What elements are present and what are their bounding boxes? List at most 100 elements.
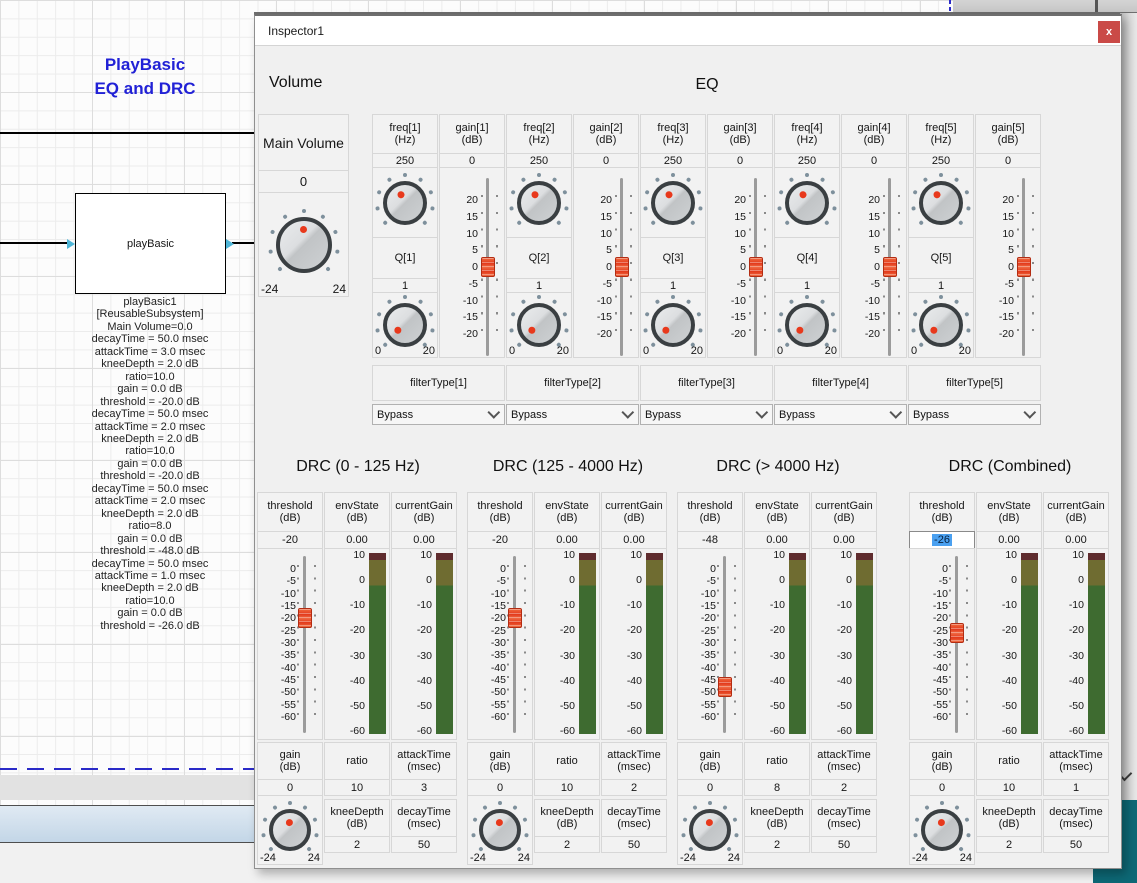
gain-slider[interactable]: 20151050-5-10-15-20 [707, 167, 773, 358]
gain-slider[interactable]: 20151050-5-10-15-20 [439, 167, 505, 358]
threshold-value[interactable]: -20 [467, 531, 533, 549]
gain-value[interactable]: 0 [439, 153, 505, 168]
threshold-slider[interactable]: 0-5-10-15-20-25-30-35-40-45-50-55-60 [909, 548, 975, 740]
drc-group-4: DRC (Combined) threshold(dB) -26 0-5-10-… [909, 458, 1111, 865]
q-knob[interactable]: 0 20 [506, 292, 572, 358]
gain-slider[interactable]: 20151050-5-10-15-20 [573, 167, 639, 358]
decaytime-label: decayTime(msec) [601, 799, 667, 837]
filtertype-value: Bypass [377, 409, 413, 421]
gain-knob[interactable]: -24 24 [677, 795, 743, 865]
gain-value[interactable]: 0 [467, 779, 533, 796]
ratio-value[interactable]: 10 [534, 779, 600, 796]
freq-value[interactable]: 250 [774, 153, 840, 168]
q-knob[interactable]: 0 20 [908, 292, 974, 358]
freq-value[interactable]: 250 [640, 153, 706, 168]
gain-value[interactable]: 0 [257, 779, 323, 796]
selected-text: -26 [932, 534, 952, 546]
gain-slider-handle[interactable] [615, 257, 629, 277]
filtertype-select[interactable]: Bypass [506, 404, 639, 425]
kneedepth-value[interactable]: 2 [534, 836, 600, 853]
decaytime-value[interactable]: 50 [601, 836, 667, 853]
threshold-value[interactable]: -20 [257, 531, 323, 549]
filtertype-label: filterType[4] [774, 365, 907, 401]
kneedepth-value[interactable]: 2 [744, 836, 810, 853]
gain-knob[interactable]: -24 24 [909, 795, 975, 865]
gain-value[interactable]: 0 [677, 779, 743, 796]
gain-slider-handle[interactable] [883, 257, 897, 277]
freq-value[interactable]: 250 [372, 153, 438, 168]
threshold-header: threshold(dB) [257, 492, 323, 532]
gain-knob[interactable]: -24 24 [467, 795, 533, 865]
threshold-value[interactable]: -48 [677, 531, 743, 549]
gain-knob[interactable]: -24 24 [257, 795, 323, 865]
gain-header: gain(dB) [677, 742, 743, 780]
ratio-value[interactable]: 10 [324, 779, 390, 796]
knob-max-label: 20 [423, 345, 435, 357]
main-volume-value[interactable]: 0 [258, 170, 349, 193]
q-value[interactable]: 1 [908, 278, 974, 293]
threshold-slider[interactable]: 0-5-10-15-20-25-30-35-40-45-50-55-60 [257, 548, 323, 740]
threshold-slider-handle[interactable] [718, 677, 732, 697]
gain-slider[interactable]: 20151050-5-10-15-20 [975, 167, 1041, 358]
freq-knob[interactable] [908, 167, 974, 238]
gain-value[interactable]: 0 [841, 153, 907, 168]
knob-face [276, 217, 332, 273]
kneedepth-value[interactable]: 2 [976, 836, 1042, 853]
freq-value[interactable]: 250 [908, 153, 974, 168]
gain-slider-handle[interactable] [481, 257, 495, 277]
volume-knob-control[interactable] [276, 217, 332, 273]
gain-header: gain[5] (dB) [975, 114, 1041, 154]
threshold-slider[interactable]: 0-5-10-15-20-25-30-35-40-45-50-55-60 [467, 548, 533, 740]
attacktime-value[interactable]: 2 [601, 779, 667, 796]
currentgain-value: 0.00 [601, 531, 667, 549]
gain-slider[interactable]: 20151050-5-10-15-20 [841, 167, 907, 358]
gain-value[interactable]: 0 [707, 153, 773, 168]
threshold-slider-handle[interactable] [298, 608, 312, 628]
decaytime-value[interactable]: 50 [391, 836, 457, 853]
close-button[interactable]: x [1098, 21, 1120, 43]
attacktime-value[interactable]: 1 [1043, 779, 1109, 796]
knob-indicator-dot [300, 226, 307, 233]
gain-slider-handle[interactable] [1017, 257, 1031, 277]
filtertype-select[interactable]: Bypass [908, 404, 1041, 425]
filtertype-select[interactable]: Bypass [372, 404, 505, 425]
playbasic-block[interactable]: playBasic [75, 193, 226, 294]
kneedepth-value[interactable]: 2 [324, 836, 390, 853]
filtertype-select[interactable]: Bypass [774, 404, 907, 425]
gain-value[interactable]: 0 [573, 153, 639, 168]
gain-slider-handle[interactable] [749, 257, 763, 277]
freq-knob[interactable] [640, 167, 706, 238]
q-value[interactable]: 1 [640, 278, 706, 293]
threshold-slider-handle[interactable] [508, 608, 522, 628]
freq-knob[interactable] [372, 167, 438, 238]
freq-knob[interactable] [774, 167, 840, 238]
q-value[interactable]: 1 [372, 278, 438, 293]
freq-knob[interactable] [506, 167, 572, 238]
freq-value[interactable]: 250 [506, 153, 572, 168]
q-knob[interactable]: 0 20 [372, 292, 438, 358]
q-value[interactable]: 1 [774, 278, 840, 293]
main-volume-knob[interactable]: -24 24 [258, 192, 349, 297]
attacktime-value[interactable]: 3 [391, 779, 457, 796]
eq-channel-2: freq[2] (Hz) 250 Q[2] 1 0 20 gain[2] (dB… [506, 114, 639, 425]
threshold-slider-handle[interactable] [950, 623, 964, 643]
gain-value[interactable]: 0 [975, 153, 1041, 168]
envstate-header: envState(dB) [534, 492, 600, 532]
eq-channel-1: freq[1] (Hz) 250 Q[1] 1 0 20 gain[1] (dB… [372, 114, 505, 425]
gain-header: gain(dB) [467, 742, 533, 780]
ratio-value[interactable]: 8 [744, 779, 810, 796]
inspector-titlebar[interactable]: Inspector1 x [255, 16, 1121, 46]
decaytime-value[interactable]: 50 [1043, 836, 1109, 853]
attacktime-value[interactable]: 2 [811, 779, 877, 796]
gain-header: gain[2] (dB) [573, 114, 639, 154]
threshold-slider[interactable]: 0-5-10-15-20-25-30-35-40-45-50-55-60 [677, 548, 743, 740]
q-knob[interactable]: 0 20 [640, 292, 706, 358]
gain-value[interactable]: 0 [909, 779, 975, 796]
q-value[interactable]: 1 [506, 278, 572, 293]
decaytime-label: decayTime(msec) [1043, 799, 1109, 837]
filtertype-select[interactable]: Bypass [640, 404, 773, 425]
decaytime-value[interactable]: 50 [811, 836, 877, 853]
q-knob[interactable]: 0 20 [774, 292, 840, 358]
threshold-edit-field[interactable]: -26 [909, 531, 975, 549]
ratio-value[interactable]: 10 [976, 779, 1042, 796]
